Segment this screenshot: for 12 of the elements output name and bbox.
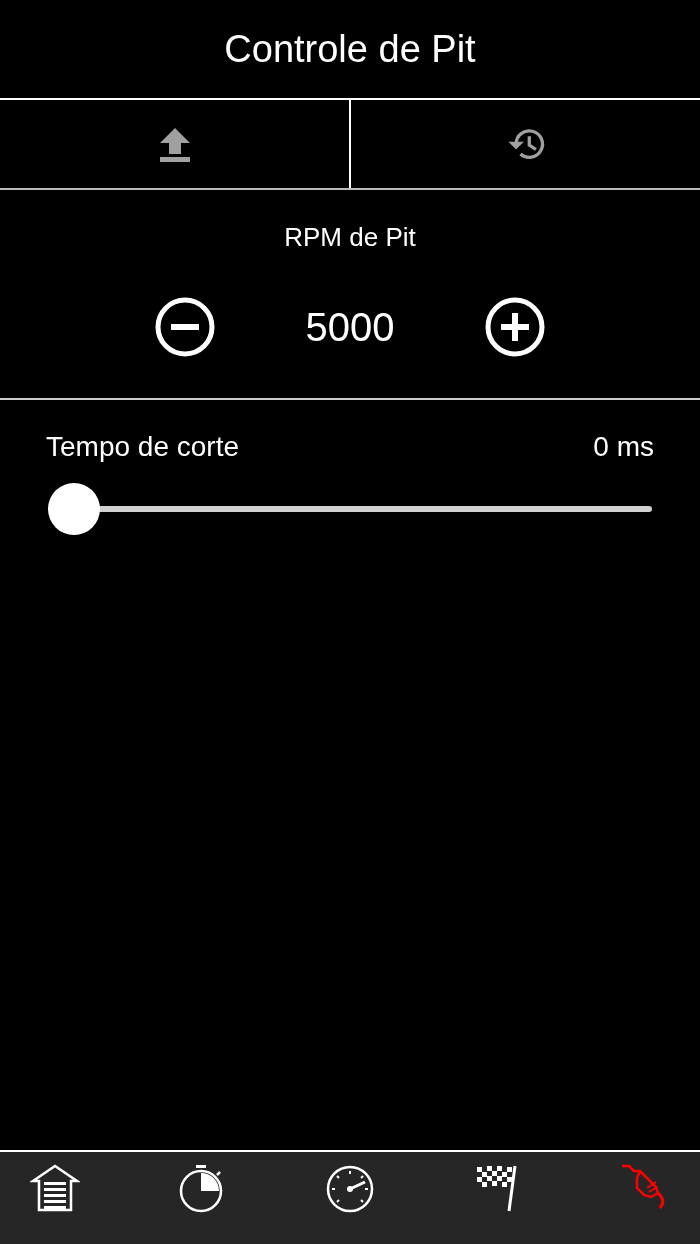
screen-title: Controle de Pit (224, 26, 476, 72)
cut-time-label: Tempo de corte (46, 430, 239, 464)
gauge-icon (325, 1163, 375, 1213)
increase-button[interactable] (485, 297, 545, 357)
cut-time-reading: 0 ms (593, 430, 654, 464)
decrease-button[interactable] (155, 297, 215, 357)
rpm-value: 5000 (304, 304, 396, 351)
plus-circle-icon (485, 297, 545, 357)
minus-circle-icon (155, 297, 215, 357)
rpm-label: RPM de Pit (284, 221, 416, 254)
garage-icon (30, 1163, 80, 1213)
slider-thumb[interactable] (48, 483, 100, 535)
